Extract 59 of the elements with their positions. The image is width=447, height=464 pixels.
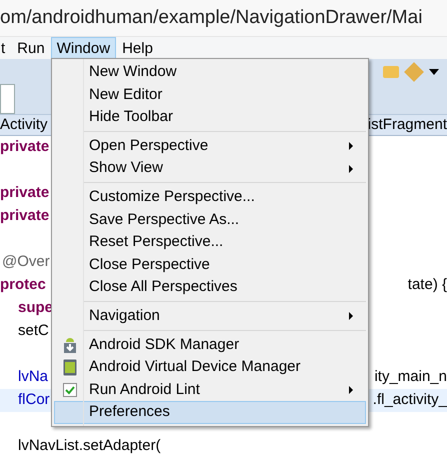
- menu-item-label: Navigation: [88, 306, 161, 326]
- menu-item-label: New Window: [88, 62, 178, 82]
- submenu-arrow-icon: [349, 386, 353, 394]
- editor-tab[interactable]: Activity: [0, 114, 48, 136]
- code-text: .fl_activity_: [372, 390, 447, 410]
- editor-tab[interactable]: istFragment: [368, 114, 447, 136]
- code-text: lvNavList.setAdapter(: [17, 436, 161, 456]
- menu-bar-item[interactable]: Run: [11, 37, 51, 59]
- submenu-arrow-icon: [349, 142, 353, 150]
- menu-item[interactable]: Preferences: [54, 401, 366, 424]
- menu-bar-item[interactable]: Help: [116, 37, 159, 59]
- menu-item[interactable]: Reset Perspective...: [54, 231, 366, 254]
- code-text: private: [0, 183, 50, 204]
- menu-item[interactable]: Close All Perspectives: [54, 276, 366, 299]
- code-text: ity_main_n: [374, 367, 447, 388]
- menu-item-label: Run Android Lint: [88, 380, 201, 400]
- submenu-arrow-icon: [349, 164, 353, 173]
- menu-item[interactable]: Close Perspective: [54, 254, 366, 276]
- menu-item-label: Close Perspective: [88, 254, 211, 275]
- menu-item[interactable]: Navigation: [54, 304, 366, 328]
- window-title: om/androidhuman/example/NavigationDrawer/Mai: [0, 6, 422, 30]
- menu-item-label: Hide Toolbar: [88, 107, 174, 128]
- menu-item-label: Android SDK Manager: [88, 334, 240, 355]
- code-text: protec: [0, 275, 46, 296]
- code-text: tate) {: [408, 275, 447, 296]
- code-text: @Over: [1, 252, 50, 272]
- menu-item[interactable]: Android Virtual Device Manager: [54, 356, 366, 379]
- menu-item[interactable]: Customize Perspective...: [54, 186, 366, 209]
- menu-item-label: New Editor: [88, 84, 164, 105]
- code-text: setC: [17, 321, 49, 342]
- menu-item[interactable]: Hide Toolbar: [54, 106, 366, 129]
- code-text: private: [0, 137, 50, 158]
- code-text: supe: [17, 298, 54, 318]
- menu-item-label: Android Virtual Device Manager: [88, 357, 302, 378]
- download-icon: [62, 336, 76, 353]
- menu-item-label: Close All Perspectives: [88, 277, 238, 298]
- menu-item-label: Reset Perspective...: [88, 232, 224, 252]
- menu-bar-item[interactable]: t: [0, 37, 12, 59]
- submenu-arrow-icon: [349, 312, 353, 320]
- input-field[interactable]: [0, 84, 15, 114]
- menu-item-label: Open Perspective: [88, 136, 210, 156]
- menu-item[interactable]: Show View: [54, 157, 366, 180]
- menu-item-label: Save Perspective As...: [88, 210, 240, 230]
- device-icon: [62, 358, 76, 376]
- menu-item[interactable]: Save Perspective As...: [54, 208, 366, 232]
- menu-item-label: Preferences: [88, 402, 171, 422]
- menu-item-label: Show View: [88, 158, 164, 178]
- dropdown-caret-icon[interactable]: [429, 68, 439, 74]
- menu-item[interactable]: Android SDK Manager: [54, 334, 366, 356]
- code-text: lvNa: [17, 367, 48, 388]
- code-text: private: [0, 206, 50, 226]
- code-text: flCor: [17, 390, 50, 410]
- checkmark-icon: [62, 383, 76, 398]
- menu-item[interactable]: Open Perspective: [54, 134, 366, 158]
- menu-bar-item[interactable]: Window: [50, 37, 116, 59]
- menu-item[interactable]: New Window: [54, 61, 366, 84]
- menu-item[interactable]: Run Android Lint: [54, 378, 366, 402]
- menu-item-label: Customize Perspective...: [88, 187, 256, 208]
- menu-item[interactable]: New Editor: [54, 84, 366, 106]
